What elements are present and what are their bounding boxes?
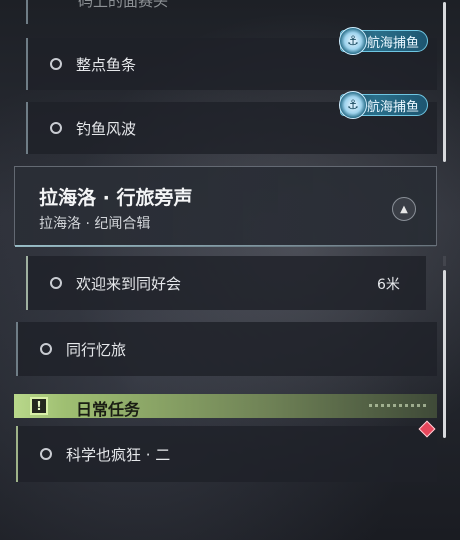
scrollbar-thumb[interactable]: [443, 270, 446, 438]
fishing-tag: ⚓ 航海捕鱼: [339, 27, 429, 55]
quest-row[interactable]: 科学也疯狂 · 二: [16, 426, 437, 482]
quest-label: 同行忆旅: [66, 340, 127, 359]
quest-panel: 码上的面赛头 整点鱼条 ⚓ 航海捕鱼 钓鱼风波 ⚓ 航海捕鱼 拉海洛 · 行旅旁…: [0, 0, 460, 540]
row-accent: [26, 0, 28, 24]
daily-quests-header[interactable]: ! 日常任务: [14, 394, 437, 419]
row-accent: [26, 102, 28, 154]
scrollbar-thumb[interactable]: [443, 2, 446, 162]
row-accent: [26, 38, 28, 90]
quest-group-header[interactable]: 拉海洛 · 行旅旁声 拉海洛 · 纪闻合辑 ▲: [14, 166, 437, 247]
tag-label: 航海捕鱼: [367, 35, 420, 51]
anchor-icon: ⚓: [339, 27, 367, 55]
quest-label: 欢迎来到同好会: [76, 274, 182, 293]
row-accent: [16, 426, 18, 482]
exclamation-icon: !: [30, 397, 48, 415]
quest-group-title: 拉海洛 · 行旅旁声: [39, 187, 193, 209]
quest-distance: 6米: [377, 277, 400, 293]
quest-status-circle-icon: [50, 277, 62, 289]
tag-label: 航海捕鱼: [367, 99, 420, 115]
faded-quest-label: 码上的面赛头: [78, 0, 169, 10]
quest-label: 整点鱼条: [76, 55, 137, 74]
quest-row[interactable]: 同行忆旅: [16, 322, 437, 376]
quest-status-circle-icon: [40, 448, 52, 460]
anchor-icon: ⚓: [339, 91, 367, 119]
quest-status-circle-icon: [50, 58, 62, 70]
row-accent: [26, 256, 28, 310]
scrollbar-track[interactable]: [443, 256, 446, 266]
row-accent: [16, 322, 18, 376]
quest-status-circle-icon: [50, 122, 62, 134]
chevron-up-icon[interactable]: ▲: [392, 197, 416, 221]
fishing-tag: ⚓ 航海捕鱼: [339, 91, 429, 119]
quest-status-circle-icon: [40, 343, 52, 355]
quest-group-subtitle: 拉海洛 · 纪闻合辑: [39, 216, 151, 232]
decorative-dashes: [369, 404, 429, 407]
quest-label: 钓鱼风波: [76, 119, 137, 138]
quest-label: 科学也疯狂 · 二: [66, 445, 171, 464]
daily-quests-title: 日常任务: [76, 400, 141, 419]
quest-row[interactable]: 欢迎来到同好会: [26, 256, 426, 310]
